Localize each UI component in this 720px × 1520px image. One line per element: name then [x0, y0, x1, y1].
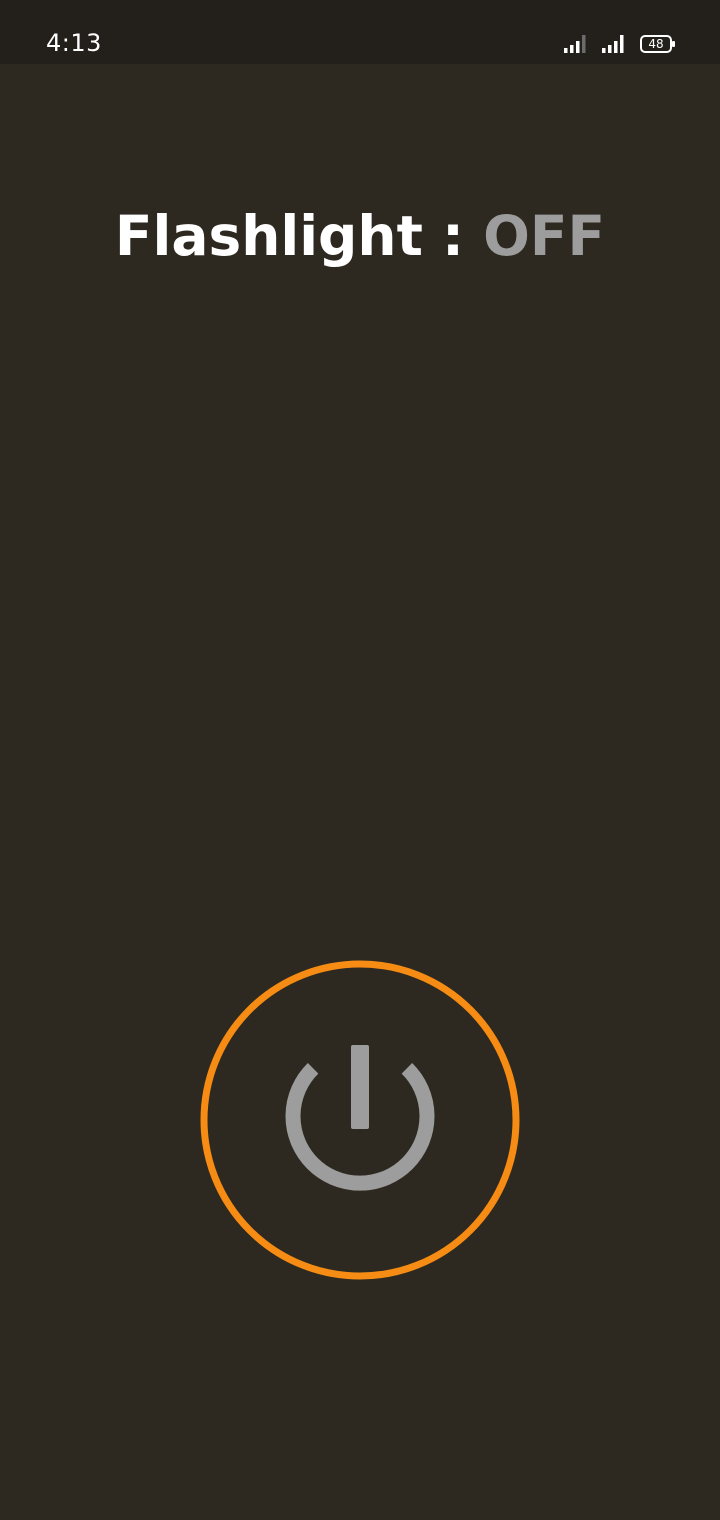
flashlight-state: OFF — [483, 204, 606, 268]
power-icon — [285, 1045, 435, 1191]
power-button-ring — [200, 960, 520, 1280]
flashlight-label: Flashlight : — [114, 204, 484, 268]
status-bar: 4:13 48 — [0, 0, 720, 64]
power-button[interactable] — [200, 960, 520, 1280]
status-time: 4:13 — [46, 29, 102, 57]
battery-level: 48 — [648, 37, 664, 51]
signal-icon — [564, 35, 586, 53]
page-title: Flashlight : OFF — [0, 200, 720, 272]
signal-icon — [602, 35, 624, 53]
